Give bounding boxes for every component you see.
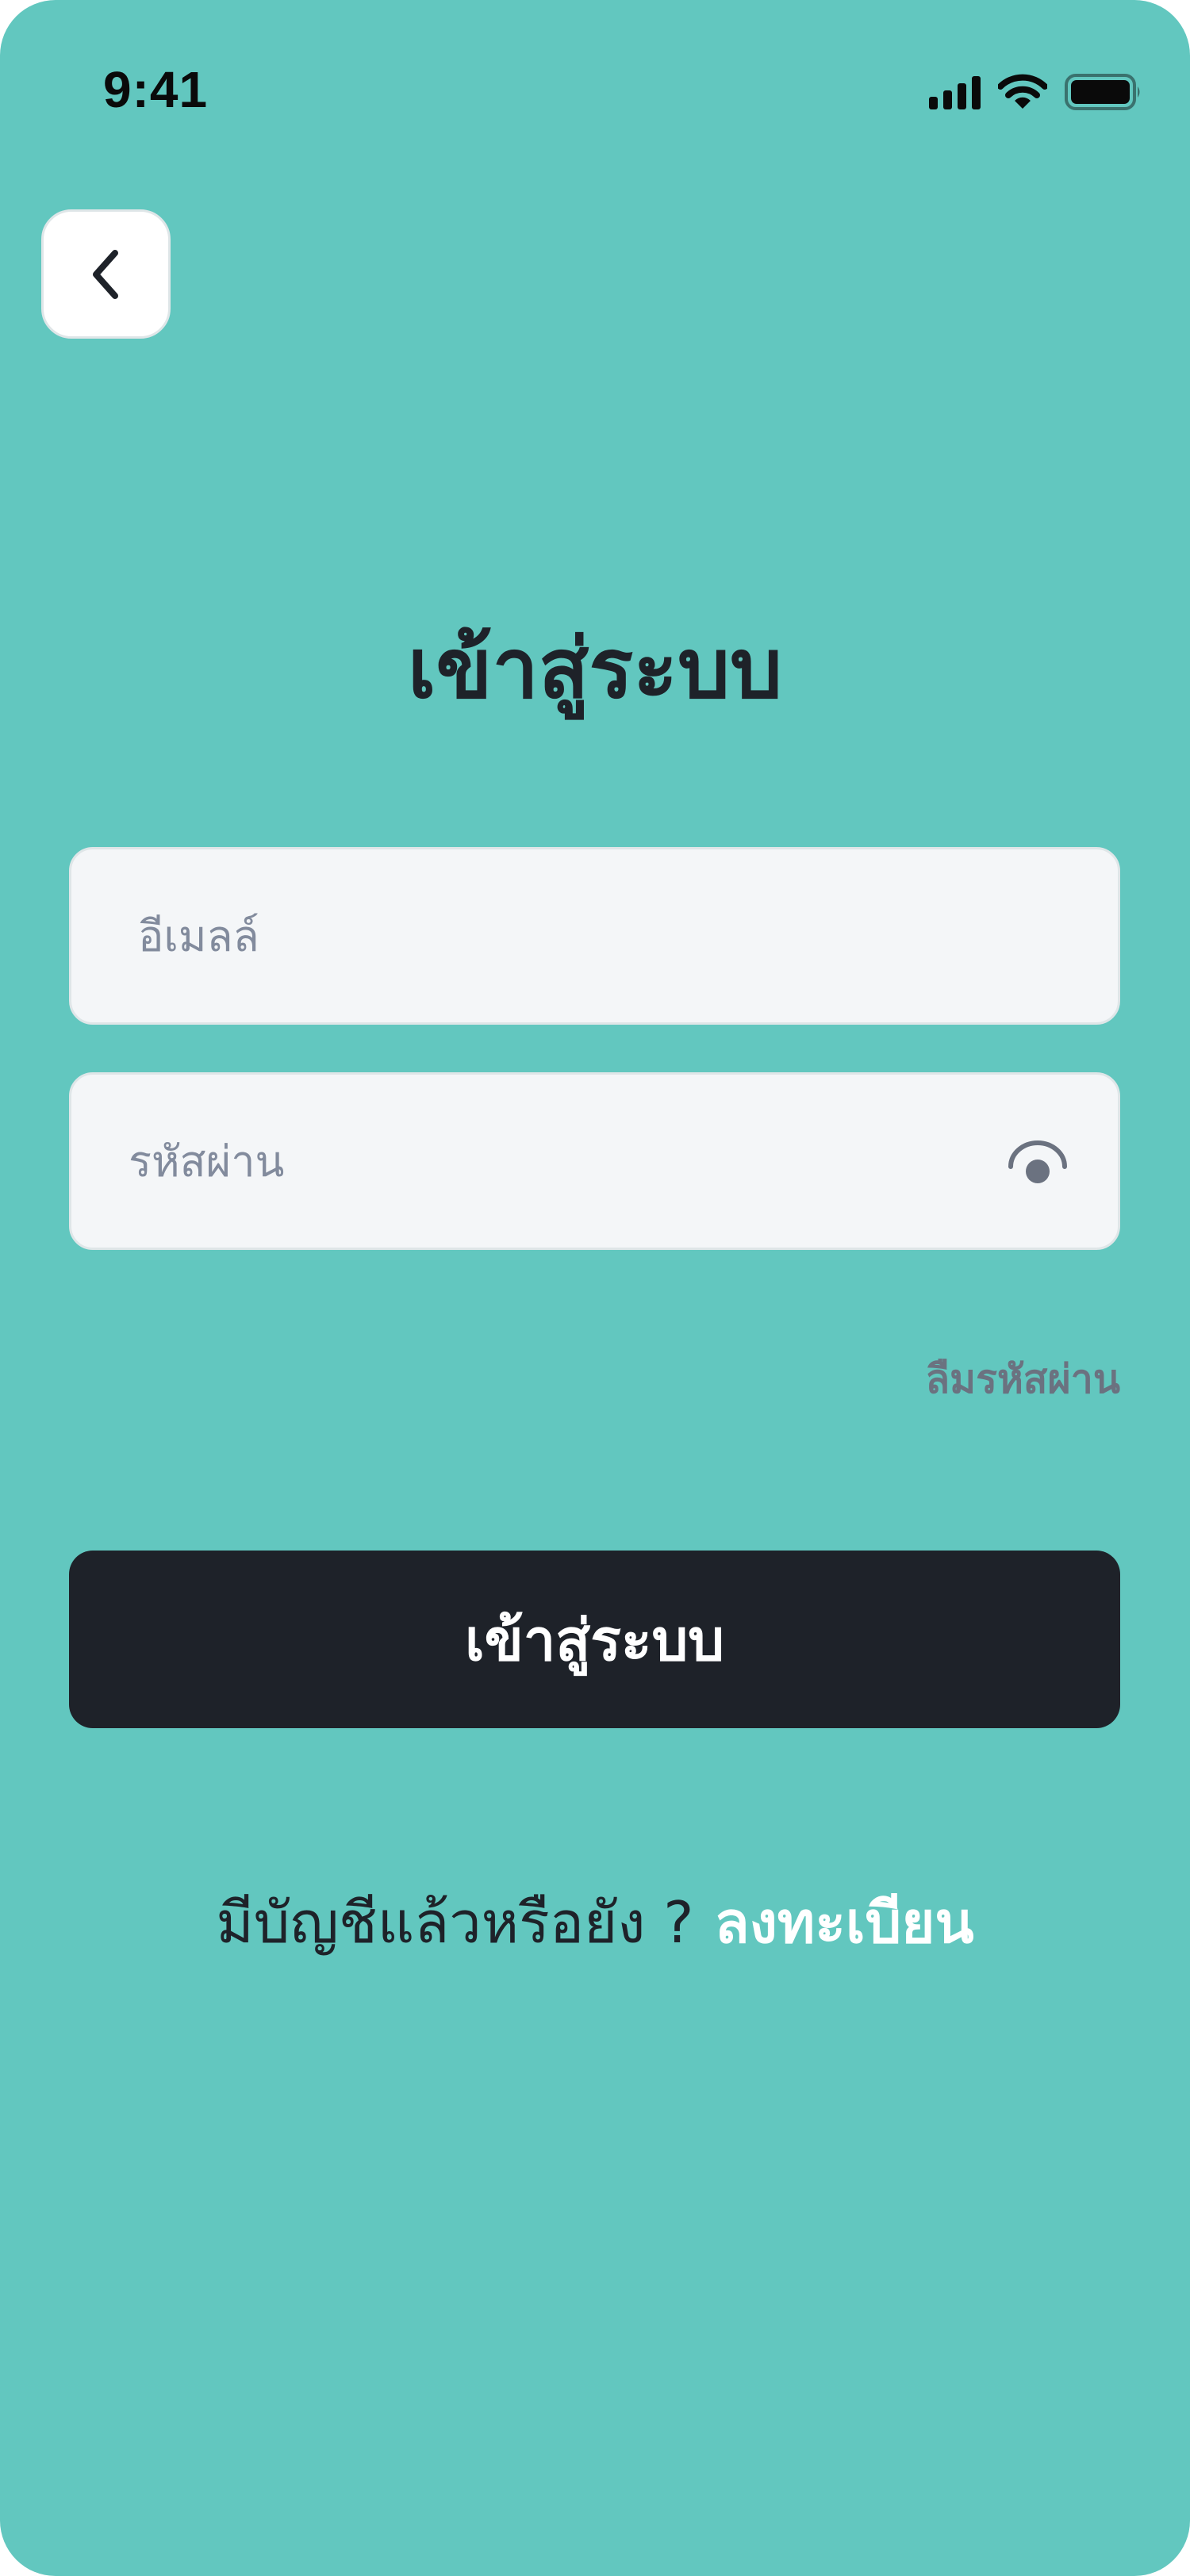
email-field-container [69, 847, 1120, 1025]
wifi-icon [998, 74, 1047, 109]
register-link[interactable]: ลงทะเบียน [715, 1876, 974, 1968]
status-icons [929, 73, 1142, 111]
battery-icon [1065, 74, 1140, 110]
chevron-left-icon [92, 249, 118, 299]
login-screen: 9:41 เข้าสู่ระบบ อีเมลล์ ลืมรหัสผ่าน เข้… [0, 0, 1190, 2576]
register-question: มีบัญชีแล้วหรือยัง ? [216, 1889, 694, 1956]
status-time: 9:41 [103, 61, 209, 118]
login-button[interactable]: เข้าสู่ระบบ [69, 1551, 1120, 1728]
password-field[interactable] [71, 1075, 1118, 1248]
eye-icon[interactable] [1007, 1140, 1069, 1187]
password-field-container [69, 1072, 1120, 1250]
status-bar: 9:41 [0, 0, 1190, 127]
page-title: เข้าสู่ระบบ [407, 620, 783, 717]
register-prompt: มีบัญชีแล้วหรือยัง ? ลงทะเบียน [0, 1876, 1190, 1968]
forgot-password-link[interactable]: ลืมรหัสผ่าน [926, 1348, 1120, 1411]
back-button[interactable] [41, 209, 171, 339]
email-field[interactable] [71, 849, 1118, 1022]
cellular-signal-icon [929, 75, 981, 109]
